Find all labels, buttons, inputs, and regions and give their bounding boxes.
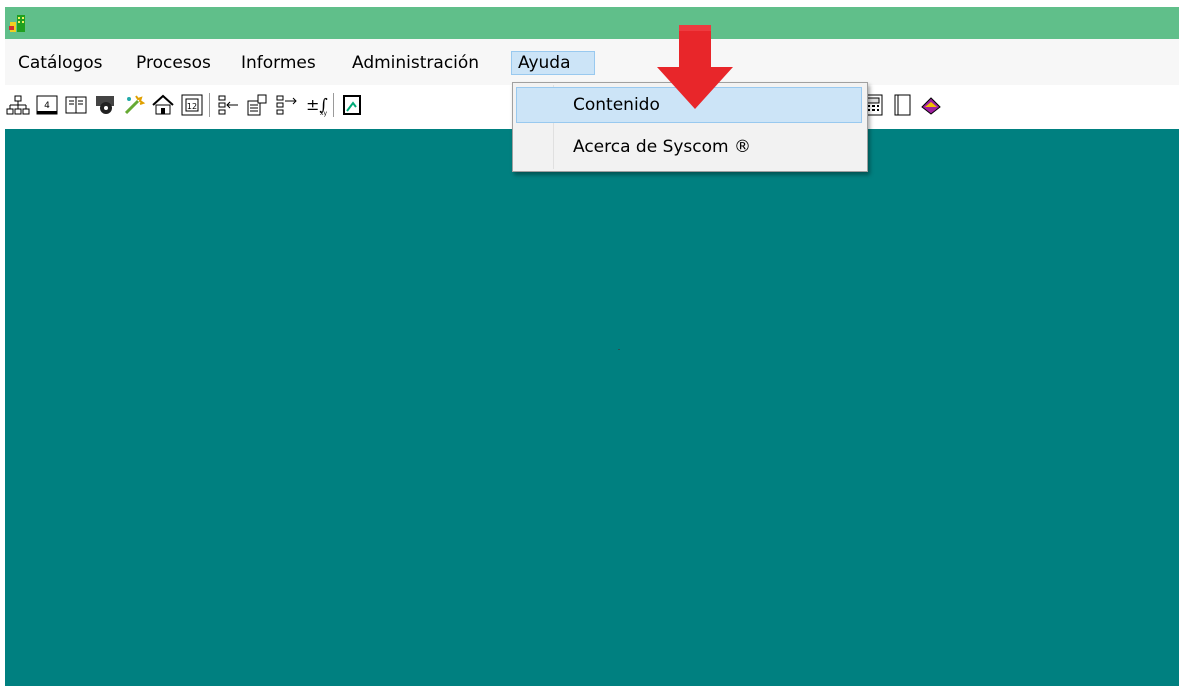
tree-right-icon[interactable] <box>275 93 299 117</box>
document-tree-icon[interactable] <box>246 93 270 117</box>
print-icon[interactable] <box>341 93 365 117</box>
gear-person-icon[interactable] <box>93 93 117 117</box>
menu-administracion[interactable]: Administración <box>346 51 485 75</box>
book-red-icon[interactable] <box>919 93 943 117</box>
toolbar-separator <box>209 93 210 117</box>
page-icon[interactable] <box>890 93 914 117</box>
menu-bar: Catálogos Procesos Informes Administraci… <box>5 39 1179 85</box>
home-icon[interactable] <box>151 93 175 117</box>
red-down-arrow-icon <box>657 25 733 109</box>
menu-item-acerca-de[interactable]: Acerca de Syscom ® <box>516 129 862 165</box>
tree-left-icon[interactable] <box>217 93 241 117</box>
cursor-speck <box>618 349 620 350</box>
svg-text:4: 4 <box>44 101 50 111</box>
book-icon[interactable] <box>64 93 88 117</box>
function-icon[interactable]: ±∫ xy <box>304 93 328 117</box>
wand-icon[interactable] <box>122 93 146 117</box>
org-chart-icon[interactable] <box>6 93 30 117</box>
app-icon[interactable] <box>8 12 30 34</box>
svg-text:xy: xy <box>320 110 328 117</box>
calendar-icon[interactable]: 4 <box>35 93 59 117</box>
menu-informes[interactable]: Informes <box>235 51 322 75</box>
svg-text:12: 12 <box>187 102 197 111</box>
menu-ayuda[interactable]: Ayuda <box>511 51 595 75</box>
date-12-icon[interactable]: 12 <box>180 93 204 117</box>
menu-catalogos[interactable]: Catálogos <box>12 51 109 75</box>
toolbar-separator <box>333 93 334 117</box>
title-bar <box>5 7 1179 39</box>
menu-procesos[interactable]: Procesos <box>130 51 217 75</box>
